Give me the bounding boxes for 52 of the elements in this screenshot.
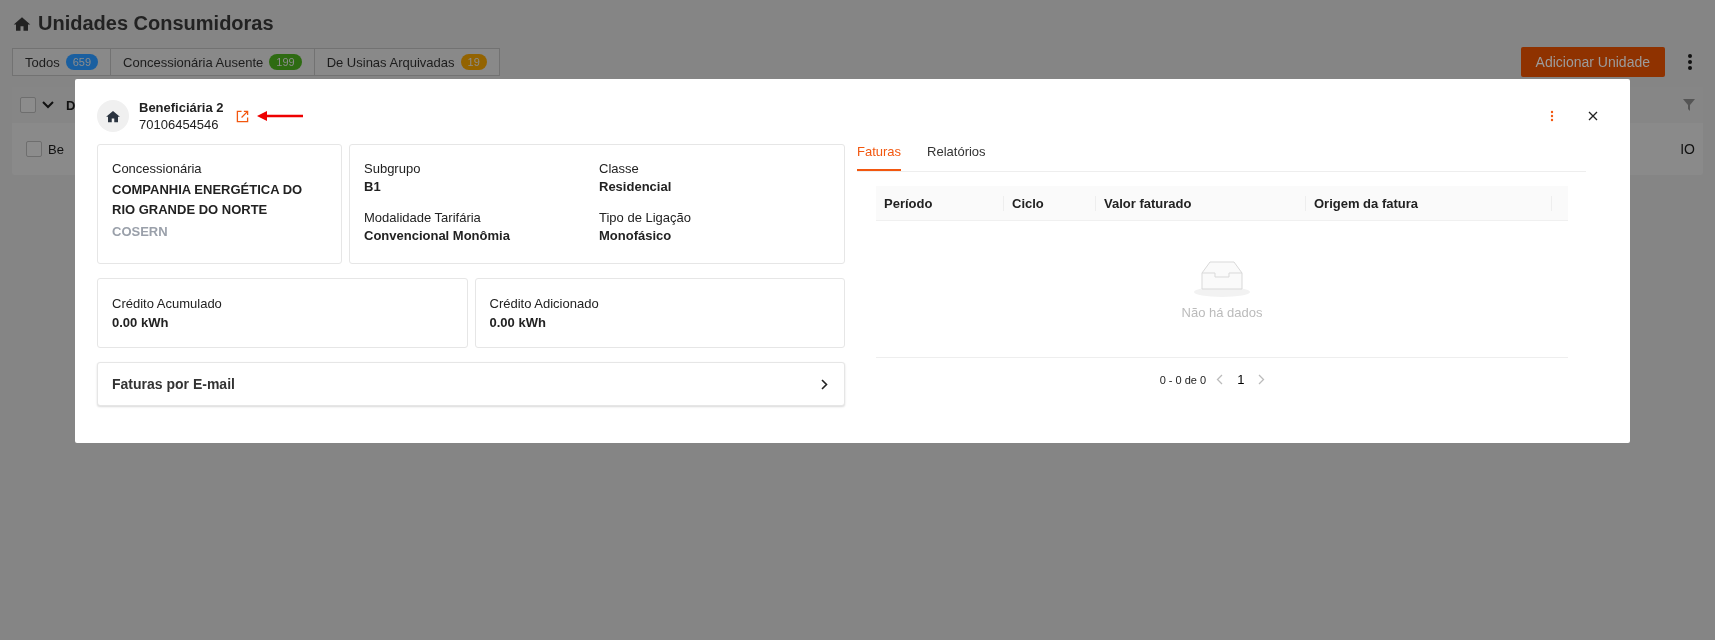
field-label: Subgrupo [364,161,422,176]
count-badge: 199 [269,54,302,70]
column-header: Valor faturado [1096,195,1306,211]
table-cell: IO [1680,141,1695,157]
column-header: D [66,97,76,113]
empty-message: Não há dados [1181,304,1263,320]
page-number[interactable]: 1 [1233,372,1249,387]
checkbox[interactable] [20,97,36,113]
tab[interactable]: Relatórios [927,144,986,171]
chevron-right-icon [821,378,828,390]
utility-short-name: COSERN [112,224,169,239]
more-icon[interactable] [1550,110,1554,122]
field-label: Crédito Adicionado [489,296,600,311]
filter-tab[interactable]: Concessionária Ausente 199 [110,48,315,76]
field-label: Modalidade Tarifária [364,210,482,225]
chevron-down-icon[interactable] [42,101,54,109]
table-cell: Be [48,141,64,157]
field-value: Residencial [599,179,673,194]
field-label: Classe [599,161,640,176]
field-label: Tipo de Ligação [599,210,693,225]
filter-tab[interactable]: Todos 659 [12,48,112,76]
pagination-range: 0 - 0 de 0 [1159,373,1207,386]
field-value: B1 [364,179,382,194]
filter-icon[interactable] [1683,99,1695,111]
count-badge: 19 [460,54,487,70]
tab[interactable]: Faturas [857,144,902,171]
previous-page-icon[interactable] [1216,374,1224,385]
email-invoices-row[interactable]: Faturas por E-mail [97,362,845,406]
unit-name: Beneficiária 2 [139,100,224,115]
close-icon [1588,111,1598,121]
home-icon [105,108,121,124]
unit-code: 70106454546 [139,117,220,132]
column-header: Período [876,195,1004,211]
field-value: Monofásico [599,228,673,243]
empty-inbox-icon [1194,258,1250,297]
more-icon[interactable] [1687,53,1693,71]
count-badge: 659 [65,54,99,70]
field-label: Concessionária [112,161,203,176]
field-value: 0.00 kWh [112,315,170,330]
add-unit-button[interactable]: Adicionar Unidade [1520,47,1665,77]
field-value: 0.00 kWh [489,315,547,330]
column-header: Origem da fatura [1306,195,1552,211]
field-value: COMPANHIA ENERGÉTICA DO RIO GRANDE DO NORTE [112,181,304,219]
annotation-arrow [256,111,303,121]
external-link-icon[interactable] [235,109,249,123]
field-value: Convencional Monômia [364,228,511,243]
page-title: Unidades Consumidoras [38,12,274,35]
next-page-icon[interactable] [1258,374,1266,385]
column-header: Ciclo [1004,195,1096,211]
field-label: Crédito Acumulado [112,296,223,311]
filter-tab[interactable]: De Usinas Arquivadas 19 [313,48,500,76]
checkbox[interactable] [26,141,42,157]
